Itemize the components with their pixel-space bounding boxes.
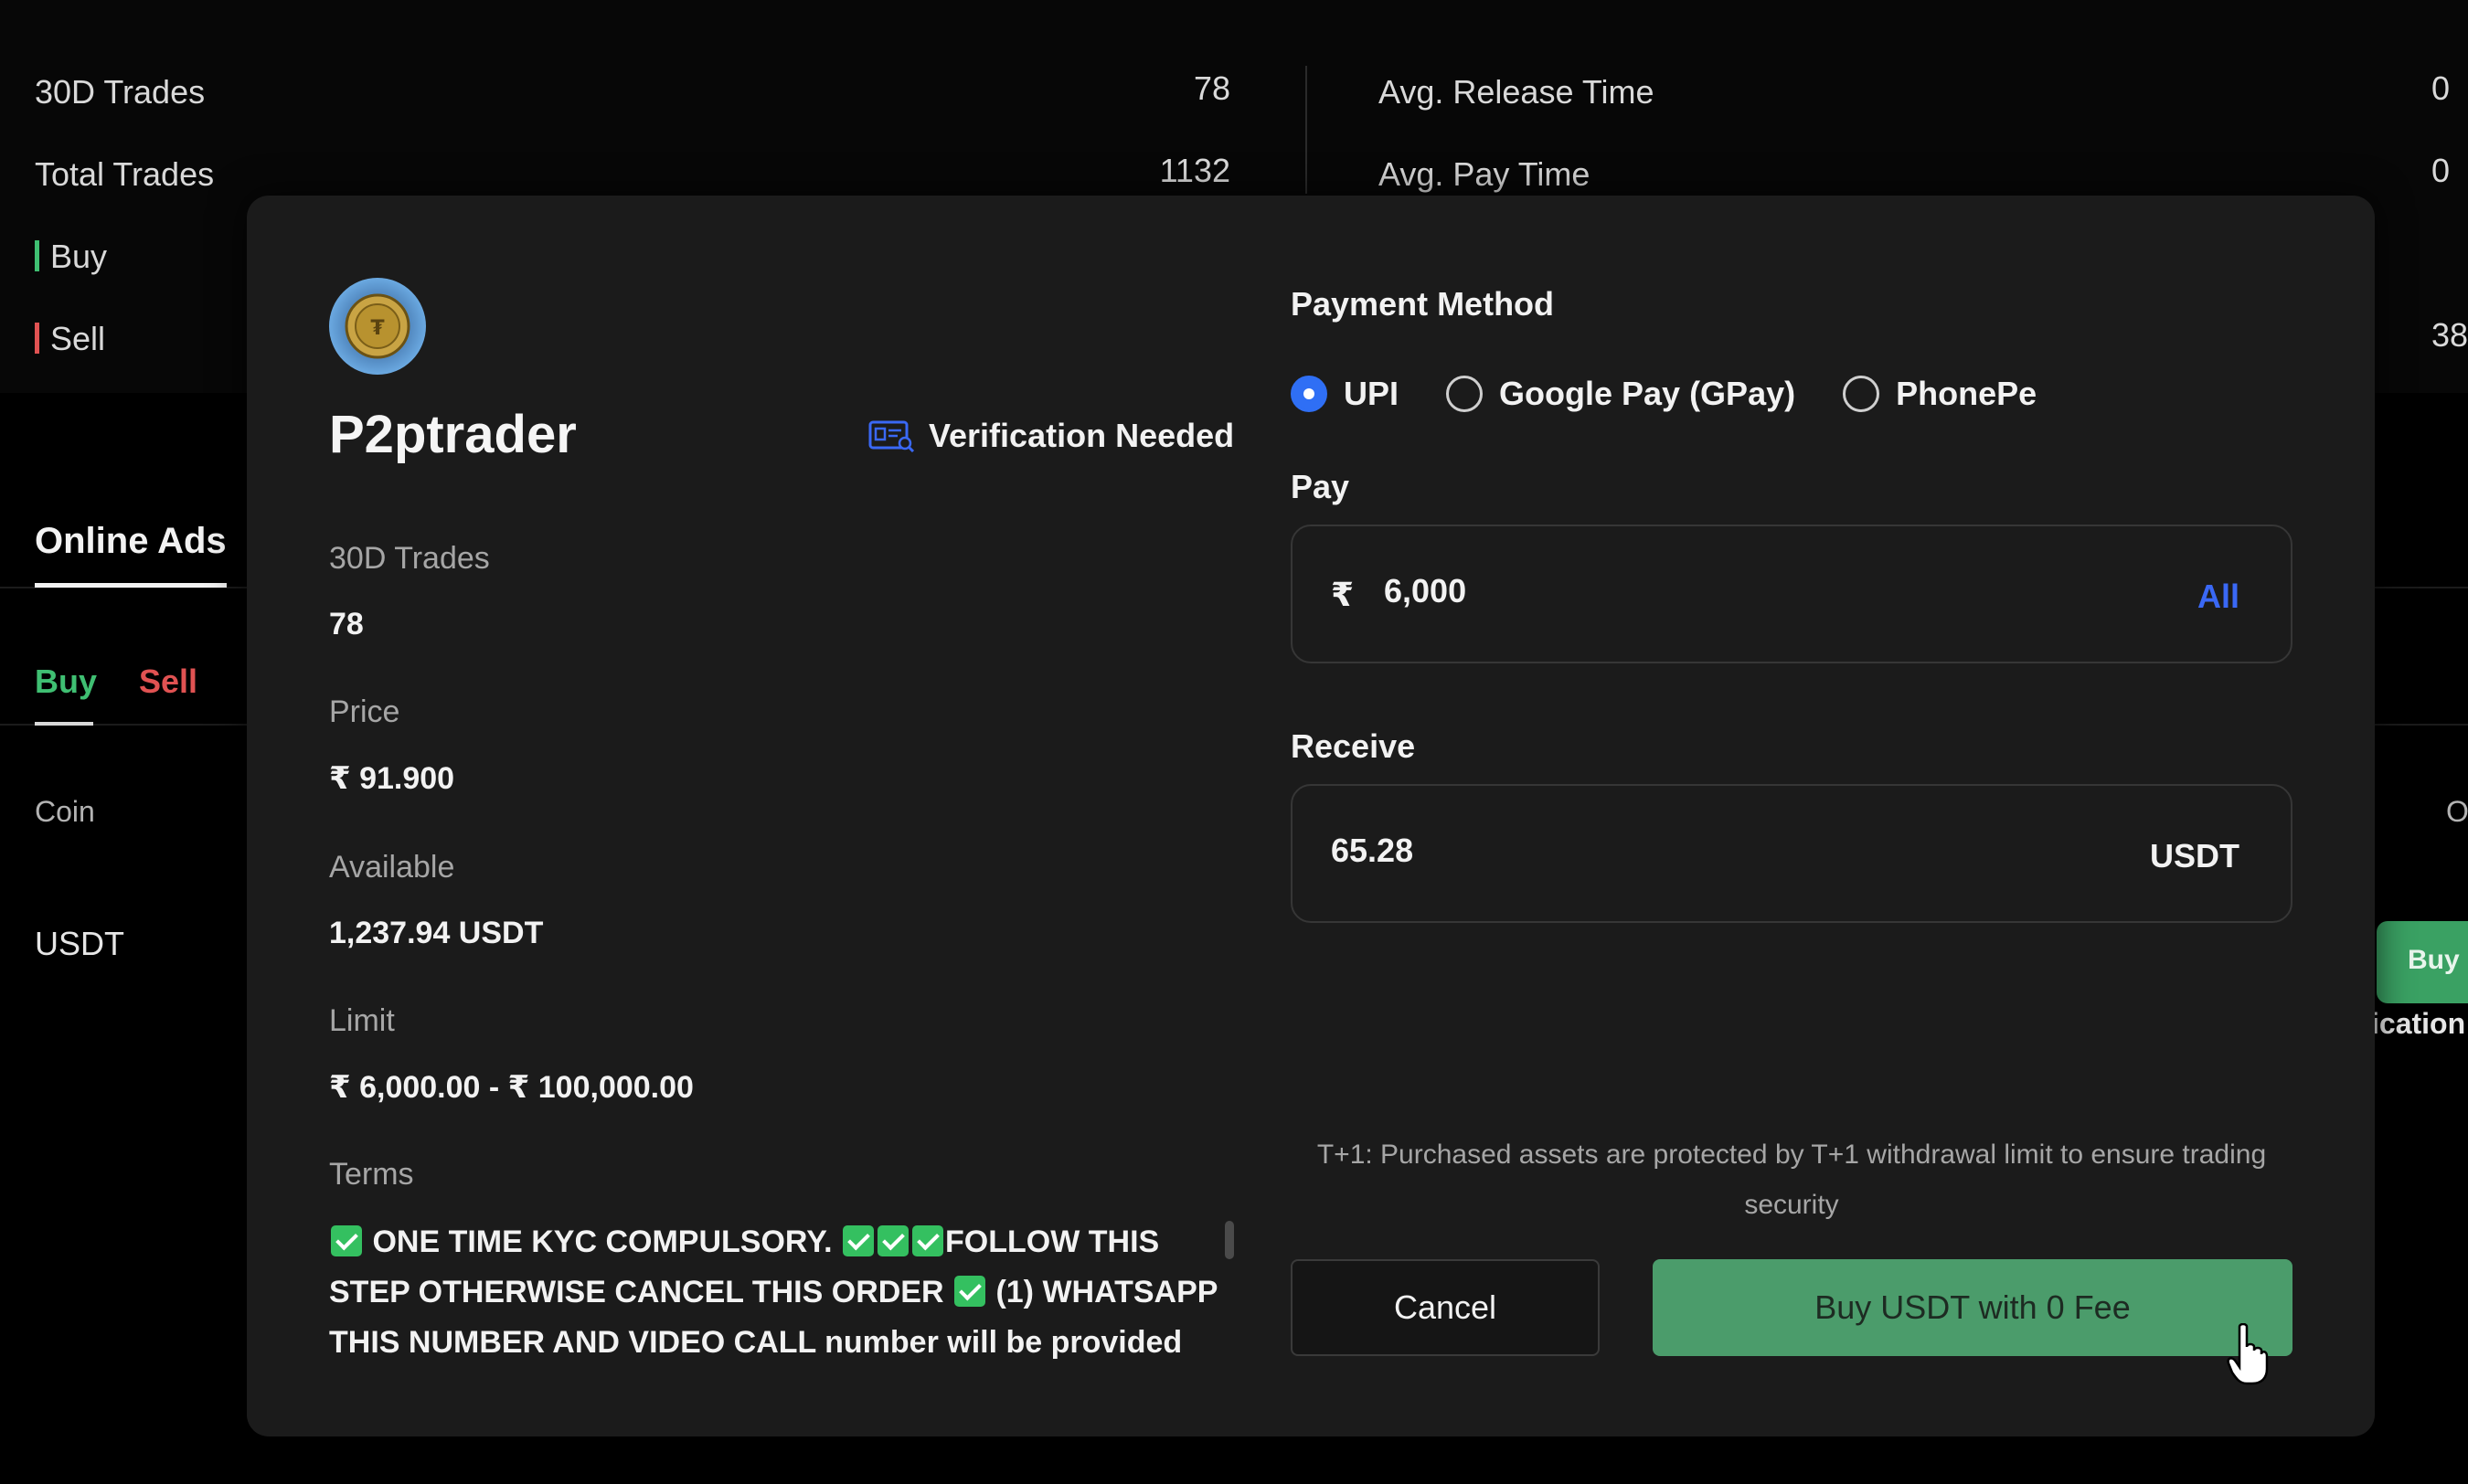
stat-sell-row: Sell xyxy=(35,320,105,358)
verification-badge-label: Verification Needed xyxy=(929,417,1235,454)
pay-input[interactable]: ₹ 6,000 All xyxy=(1291,525,2292,663)
tab-sell[interactable]: Sell xyxy=(139,662,197,701)
radio-unselected-icon[interactable] xyxy=(1446,376,1484,412)
column-header-coin: Coin xyxy=(35,795,95,828)
check-mark-icon xyxy=(331,1225,362,1257)
payment-method-options: UPI Google Pay (GPay) PhonePe xyxy=(1291,375,2084,413)
receive-input-value[interactable]: 65.28 xyxy=(1331,832,1413,870)
pay-label: Pay xyxy=(1291,468,1350,505)
trader-avatar: ₮ xyxy=(329,278,426,375)
payment-option-phonepe-label[interactable]: PhonePe xyxy=(1896,375,2037,413)
stat-value-30d-trades: 78 xyxy=(1193,69,1230,107)
stat-value-avg-release: 0 xyxy=(2431,69,2451,107)
stat-buy-row: Buy xyxy=(35,238,107,276)
terms-part-1: ONE TIME KYC COMPULSORY. xyxy=(372,1224,833,1259)
stat-value-avg-pay: 0 xyxy=(2431,152,2451,189)
stat-buy-label: Buy xyxy=(50,238,108,275)
check-mark-icon xyxy=(953,1276,985,1308)
tab-online-ads[interactable]: Online Ads xyxy=(35,521,227,562)
svg-text:₮: ₮ xyxy=(370,317,385,340)
check-mark-icon xyxy=(843,1225,875,1257)
payment-option-gpay[interactable]: Google Pay (GPay) xyxy=(1446,375,1795,413)
field-label-limit: Limit xyxy=(329,1003,395,1038)
stat-sell-label: Sell xyxy=(50,320,106,357)
row-coin-value: USDT xyxy=(35,925,124,962)
field-label-30d-trades: 30D Trades xyxy=(329,541,490,576)
radio-unselected-icon[interactable] xyxy=(1843,376,1880,412)
field-label-terms: Terms xyxy=(329,1157,414,1192)
buy-usdt-button[interactable]: Buy USDT with 0 Fee xyxy=(1653,1259,2292,1356)
tab-buy[interactable]: Buy xyxy=(35,662,97,701)
field-label-available: Available xyxy=(329,850,455,885)
pay-input-value[interactable]: 6,000 xyxy=(1384,572,1466,610)
field-value-available: 1,237.94 USDT xyxy=(329,916,544,950)
tab-online-ads-underline xyxy=(35,583,227,588)
stats-divider xyxy=(1305,66,1307,194)
buy-indicator-bar xyxy=(35,240,39,272)
pay-all-button[interactable]: All xyxy=(2197,578,2239,616)
field-value-30d-trades: 78 xyxy=(329,607,364,641)
id-card-icon xyxy=(868,420,915,452)
stat-value-total-trades: 1132 xyxy=(1159,152,1230,189)
terms-scrollbar[interactable] xyxy=(1225,1221,1234,1259)
stat-label-avg-release: Avg. Release Time xyxy=(1378,73,1654,111)
row-buy-button[interactable]: Buy xyxy=(2377,921,2468,1003)
receive-input[interactable]: 65.28 USDT xyxy=(1291,784,2292,923)
payment-method-title: Payment Method xyxy=(1291,285,1555,323)
field-value-price: ₹ 91.900 xyxy=(329,761,455,796)
payment-option-upi[interactable]: UPI xyxy=(1291,375,1399,413)
t1-protection-note: T+1: Purchased assets are protected by T… xyxy=(1316,1140,2267,1220)
buy-order-modal: ₮ P2ptrader Verification Needed 30D Trad… xyxy=(247,196,2375,1436)
payment-option-gpay-label[interactable]: Google Pay (GPay) xyxy=(1499,375,1795,413)
check-mark-icon xyxy=(878,1225,910,1257)
stat-label-avg-pay: Avg. Pay Time xyxy=(1378,155,1590,193)
trader-name[interactable]: P2ptrader xyxy=(329,404,577,465)
payment-option-phonepe[interactable]: PhonePe xyxy=(1843,375,2037,413)
rupee-icon: ₹ xyxy=(1331,576,1355,613)
terms-text: ONE TIME KYC COMPULSORY. FOLLOW THIS STE… xyxy=(329,1217,1243,1368)
row-verification-text: ication xyxy=(2371,1007,2466,1040)
field-label-price: Price xyxy=(329,694,400,729)
tab-buy-underline xyxy=(35,722,93,726)
stat-label-total-trades: Total Trades xyxy=(35,155,215,193)
cancel-button[interactable]: Cancel xyxy=(1291,1259,1600,1356)
stat-label-30d-trades: 30D Trades xyxy=(35,73,206,111)
receive-unit: USDT xyxy=(2150,837,2239,874)
field-value-limit: ₹ 6,000.00 - ₹ 100,000.00 xyxy=(329,1070,694,1105)
stat-value-partial: 38 xyxy=(2431,316,2468,354)
sell-indicator-bar xyxy=(35,323,39,355)
payment-option-upi-label[interactable]: UPI xyxy=(1344,375,1399,413)
receive-label: Receive xyxy=(1291,727,1416,765)
check-mark-icon xyxy=(912,1225,944,1257)
column-header-partial: O xyxy=(2446,795,2468,828)
coin-avatar-icon: ₮ xyxy=(345,293,410,359)
radio-selected-icon[interactable] xyxy=(1291,376,1327,412)
verification-badge: Verification Needed xyxy=(868,417,1234,455)
hand-cursor-icon xyxy=(2227,1323,2269,1385)
